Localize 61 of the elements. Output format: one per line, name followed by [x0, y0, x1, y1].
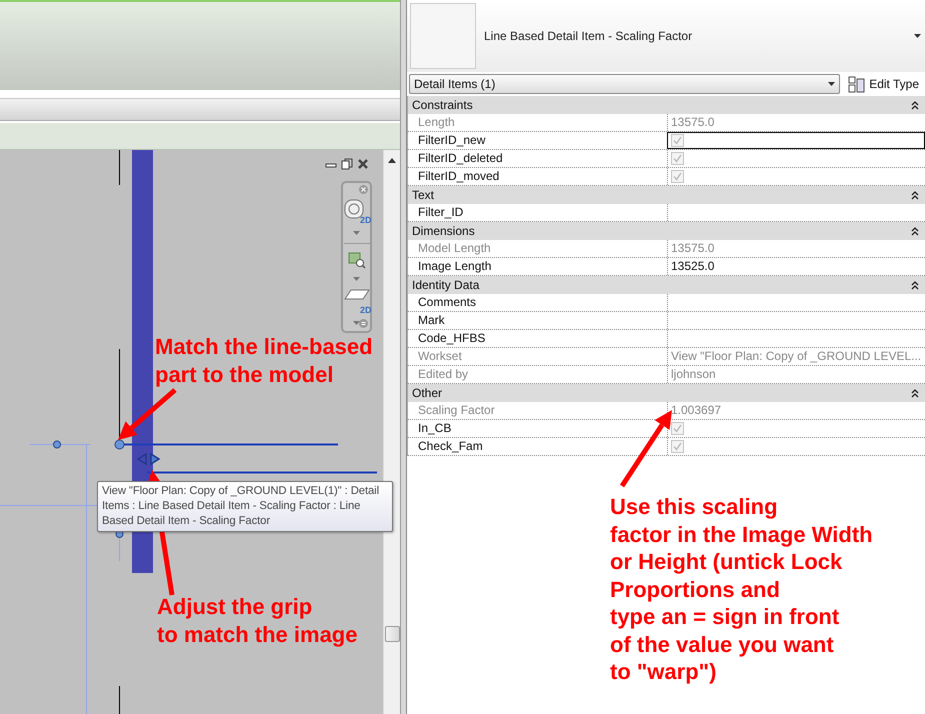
- property-value: ljohnson: [667, 366, 925, 383]
- group-title: Identity Data: [412, 278, 480, 292]
- collapse-icon[interactable]: [911, 280, 919, 290]
- group-title: Dimensions: [412, 224, 475, 238]
- plane-icon[interactable]: [344, 289, 370, 300]
- close-icon[interactable]: [357, 158, 369, 170]
- tooltip: View "Floor Plan: Copy of _GROUND LEVEL(1)" : Detail Items : Line Based Detail Item - Scaling Factor : Line Based Detail Item - Scaling Factor: [97, 481, 393, 532]
- collapse-icon[interactable]: [911, 388, 919, 398]
- group-header[interactable]: Constraints: [407, 96, 925, 114]
- property-label: Image Length: [417, 258, 492, 275]
- dropdown-caret-icon[interactable]: [914, 34, 921, 38]
- mode-label: 2D: [360, 215, 372, 225]
- collapse-icon[interactable]: [911, 226, 919, 236]
- annotation-note: Adjust the grip to match the image: [157, 593, 358, 648]
- property-label: In_CB: [417, 420, 452, 437]
- collapse-icon[interactable]: [911, 100, 919, 110]
- dropdown-caret-icon[interactable]: [828, 82, 836, 86]
- type-preview: [410, 3, 476, 69]
- group-title: Constraints: [412, 98, 473, 112]
- group-title: Text: [412, 188, 434, 202]
- property-label: Code_HFBS: [417, 330, 486, 347]
- scroll-up-icon[interactable]: [388, 158, 396, 163]
- annotation-note: Use this scaling factor in the Image Width or Height (untick Lock Proportions and type an = sign in front of the value you want to "warp"): [610, 493, 873, 686]
- collapse-icon[interactable]: [911, 190, 919, 200]
- instance-selector[interactable]: Detail Items (1): [409, 74, 840, 94]
- property-value: View "Floor Plan: Copy of _GROUND LEVEL...: [667, 348, 925, 365]
- grip-handle[interactable]: [53, 440, 61, 448]
- property-label: Check_Fam: [417, 438, 484, 455]
- property-label: Length: [417, 114, 456, 131]
- group-header[interactable]: Text: [407, 186, 925, 204]
- drag-arrows-icon[interactable]: [136, 452, 160, 466]
- type-name[interactable]: Line Based Detail Item - Scaling Factor: [484, 29, 914, 43]
- close-icon[interactable]: [359, 185, 368, 194]
- zoom-icon[interactable]: [348, 252, 366, 269]
- property-label: FilterID_deleted: [417, 150, 504, 167]
- property-value: 13575.0: [667, 240, 925, 257]
- property-label: Edited by: [417, 366, 470, 383]
- edit-type-button[interactable]: Edit Type: [844, 73, 923, 95]
- grip-handle[interactable]: [114, 440, 124, 450]
- property-label: Filter_ID: [417, 204, 464, 221]
- property-label: Mark: [417, 312, 446, 329]
- property-label: Model Length: [417, 240, 492, 257]
- group-title: Other: [412, 386, 442, 400]
- edit-type-icon: [848, 76, 866, 92]
- group-header[interactable]: Identity Data: [407, 276, 925, 294]
- property-value[interactable]: 13525.0: [667, 258, 925, 275]
- property-label: FilterID_new: [417, 132, 486, 149]
- property-label: Workset: [417, 348, 463, 365]
- property-value: 13575.0: [667, 114, 925, 131]
- menu-icon[interactable]: [359, 319, 368, 328]
- property-label: Scaling Factor: [417, 402, 496, 419]
- scroll-thumb[interactable]: [385, 626, 400, 642]
- property-label: Comments: [417, 294, 478, 311]
- group-header[interactable]: Other: [407, 384, 925, 402]
- group-header[interactable]: Dimensions: [407, 222, 925, 240]
- mode-label: 2D: [360, 305, 372, 315]
- annotation-note: Match the line-based part to the model: [155, 333, 373, 388]
- arrow: [118, 388, 177, 440]
- property-label: FilterID_moved: [417, 168, 500, 185]
- restore-icon[interactable]: [341, 158, 353, 170]
- vertical-scrollbar[interactable]: [383, 150, 400, 714]
